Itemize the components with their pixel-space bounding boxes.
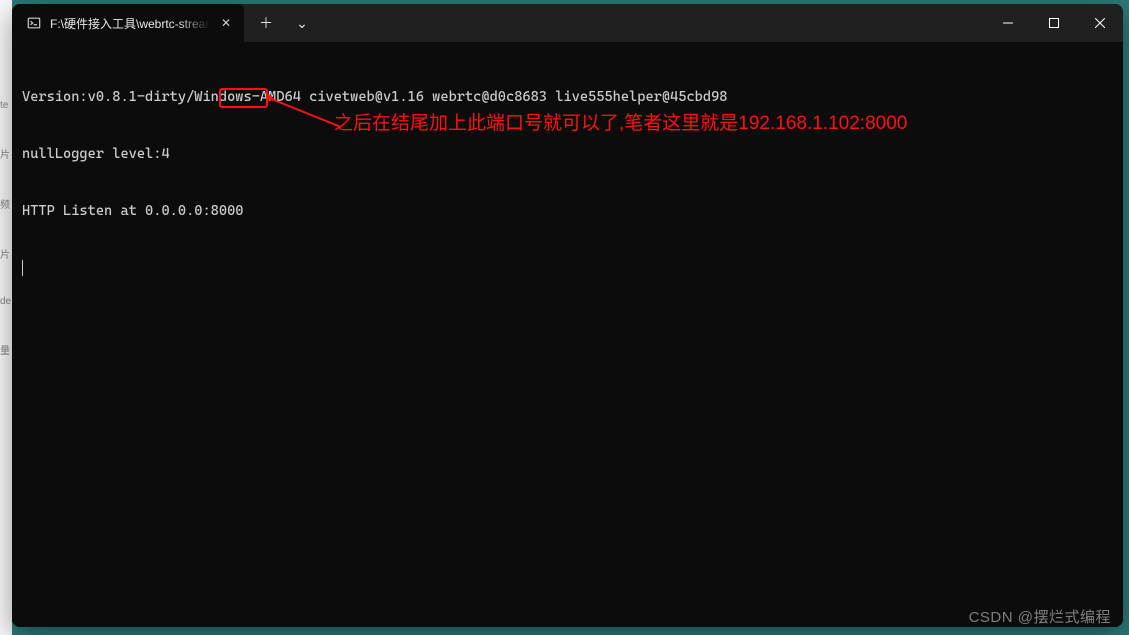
titlebar: F:\硬件接入工具\webrtc-streamer ✕ ＋ ⌄ <box>12 4 1123 42</box>
tab-actions: ＋ ⌄ <box>244 4 320 42</box>
output-line: Version:v0.8.1-dirty/Windows-AMD64 civet… <box>22 88 1113 107</box>
tab-title: F:\硬件接入工具\webrtc-streamer <box>50 15 210 32</box>
tab-close-button[interactable]: ✕ <box>218 15 234 31</box>
watermark-text: CSDN @摆烂式编程 <box>969 606 1111 627</box>
active-tab[interactable]: F:\硬件接入工具\webrtc-streamer ✕ <box>12 4 244 42</box>
text-cursor <box>22 260 23 276</box>
window-controls <box>985 4 1123 42</box>
tab-dropdown-button[interactable]: ⌄ <box>284 4 320 42</box>
desktop-edge-strip: te片频片de量 <box>0 0 12 635</box>
terminal-output[interactable]: Version:v0.8.1-dirty/Windows-AMD64 civet… <box>12 42 1123 627</box>
terminal-window: F:\硬件接入工具\webrtc-streamer ✕ ＋ ⌄ Version:… <box>12 4 1123 627</box>
close-button[interactable] <box>1077 4 1123 42</box>
minimize-button[interactable] <box>985 4 1031 42</box>
terminal-icon <box>26 15 42 31</box>
annotation-text: 之后在结尾加上此端口号就可以了,笔者这里就是192.168.1.102:8000 <box>334 114 907 133</box>
titlebar-drag-area[interactable] <box>320 4 985 42</box>
output-line <box>22 259 1113 278</box>
output-line: HTTP Listen at 0.0.0.0:8000 <box>22 202 1113 221</box>
output-line: nullLogger level:4 <box>22 145 1113 164</box>
maximize-button[interactable] <box>1031 4 1077 42</box>
new-tab-button[interactable]: ＋ <box>248 4 284 42</box>
